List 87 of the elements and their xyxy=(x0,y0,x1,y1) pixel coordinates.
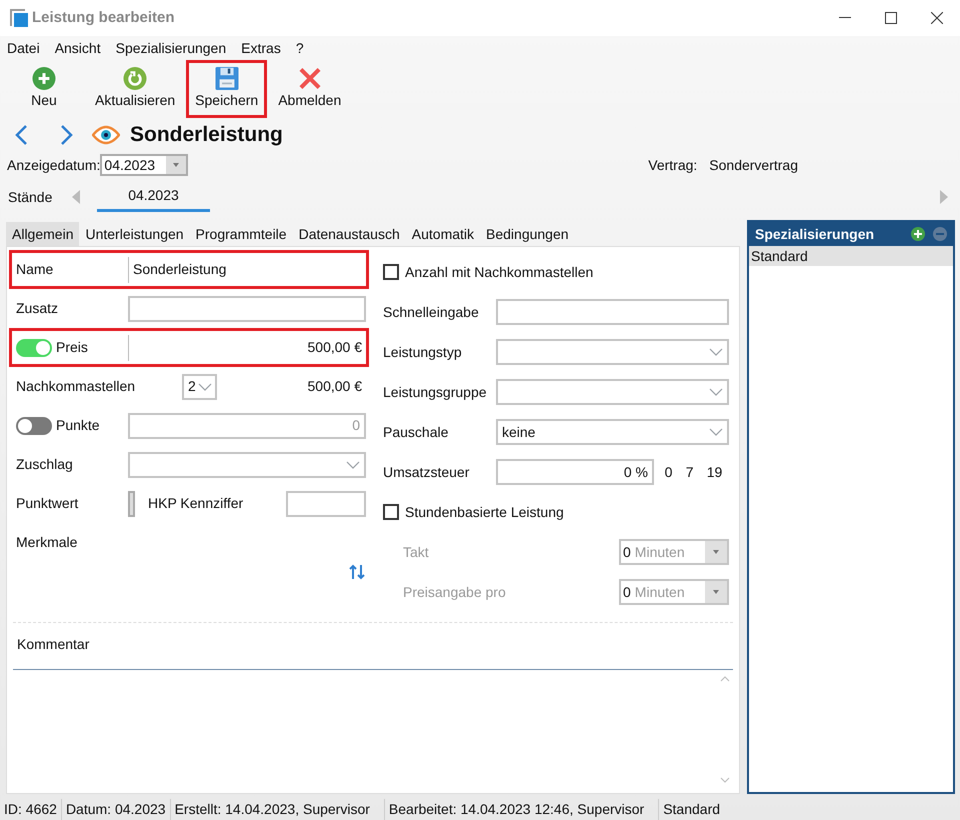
chevron-down-icon xyxy=(709,428,723,436)
punktwert-field[interactable] xyxy=(128,490,135,516)
status-item: Erstellt: 14.04.2023, Supervisor xyxy=(170,798,374,820)
caret-icon xyxy=(173,163,180,167)
date-dropdown[interactable]: 04.2023 xyxy=(100,154,188,176)
field-label: Merkmale xyxy=(15,533,78,552)
menu-item[interactable]: Extras xyxy=(241,38,281,58)
menu-item[interactable]: ? xyxy=(296,38,304,58)
scroll-right-icon[interactable] xyxy=(940,190,948,204)
field-label: Pauschale xyxy=(383,422,450,442)
field-label: Leistungstyp xyxy=(383,342,463,362)
menu-item[interactable]: Datei xyxy=(7,38,40,58)
text-field[interactable] xyxy=(496,299,729,325)
toggle-switch[interactable] xyxy=(16,338,52,356)
chevron-down-icon xyxy=(709,348,723,356)
status-item: Bearbeitet: 14.04.2023 12:46, Supervisor xyxy=(384,798,648,820)
vat-rate-link[interactable]: 19 xyxy=(706,462,722,482)
checkbox-label: Stundenbasierte Leistung xyxy=(405,502,564,522)
scroll-left-icon[interactable] xyxy=(72,190,80,204)
text-field[interactable] xyxy=(286,490,366,516)
chevron-down-icon xyxy=(709,388,723,396)
field-label: Punkte xyxy=(56,416,100,435)
status-item: Datum: 04.2023 xyxy=(60,798,170,820)
plus-icon[interactable] xyxy=(911,227,925,241)
field-label: Punktwert xyxy=(15,494,80,513)
tab[interactable]: Automatik xyxy=(406,222,480,246)
decimals-dropdown[interactable]: 2 xyxy=(182,374,217,400)
app-icon xyxy=(10,9,28,27)
field-label: Stände xyxy=(8,188,54,206)
dropdown[interactable]: keine xyxy=(496,419,729,445)
field-label: Nachkommastellen xyxy=(15,377,136,396)
vat-rate-link[interactable]: 7 xyxy=(686,462,694,482)
dropdown[interactable] xyxy=(128,452,366,478)
tab[interactable]: Unterleistungen xyxy=(79,222,190,246)
record-heading: Sonderleistung xyxy=(130,122,283,148)
field-label: Vertrag: xyxy=(648,156,698,175)
checkbox[interactable] xyxy=(383,504,399,520)
version-tab[interactable]: 04.2023 xyxy=(97,182,210,212)
tab[interactable]: Bedingungen xyxy=(480,222,575,246)
field-label: Zusatz xyxy=(16,299,58,318)
chevron-down-icon xyxy=(346,460,360,468)
list-item[interactable]: Standard xyxy=(749,246,953,266)
field-label: Leistungsgruppe xyxy=(383,382,488,402)
toggle-switch[interactable] xyxy=(16,416,52,434)
eye-icon xyxy=(92,125,120,145)
status-item: Standard xyxy=(658,798,724,820)
tab[interactable]: Programmteile xyxy=(190,222,293,246)
checkbox-label: Anzahl mit Nachkommastellen xyxy=(405,262,594,282)
field-label: Takt xyxy=(402,542,430,562)
chevron-down-icon xyxy=(198,382,212,390)
toolbar-button[interactable]: Neu xyxy=(4,60,84,118)
caret-icon xyxy=(713,590,719,594)
panel-title: Spezialisierungen xyxy=(755,224,876,244)
comment-label: Kommentar xyxy=(17,636,90,652)
field-label: Zuschlag xyxy=(15,455,74,474)
sort-icon[interactable] xyxy=(349,564,365,580)
vat-rate-link[interactable]: 0 xyxy=(664,462,672,482)
toolbar-button[interactable]: Aktualisieren xyxy=(86,60,184,118)
dropdown[interactable] xyxy=(496,339,729,365)
vat-field[interactable]: 0 % xyxy=(496,459,654,485)
minimize-icon xyxy=(839,17,851,19)
scroll-up-icon[interactable] xyxy=(720,676,730,682)
tab[interactable]: Allgemein xyxy=(6,222,80,246)
contract-value: Sondervertrag xyxy=(709,156,798,175)
field-label: HKP Kennziffer xyxy=(148,494,244,513)
toolbar-button[interactable]: Speichern xyxy=(186,60,268,118)
field-label: Preis xyxy=(56,338,88,357)
menu-item[interactable]: Spezialisierungen xyxy=(116,38,226,58)
status-item: ID: 4662 xyxy=(3,800,58,818)
field-label: Name xyxy=(16,260,54,279)
checkbox[interactable] xyxy=(383,264,399,280)
price-reading: 500,00 € xyxy=(306,377,363,396)
text-field[interactable] xyxy=(128,296,366,322)
maximize-icon xyxy=(885,12,897,24)
window-title: Leistung bearbeiten xyxy=(32,8,176,28)
scroll-down-icon[interactable] xyxy=(720,777,730,783)
minus-icon[interactable] xyxy=(933,227,947,241)
field-label: Schnelleingabe xyxy=(383,302,480,322)
menu-item[interactable]: Ansicht xyxy=(54,38,101,58)
tab[interactable]: Datenaustausch xyxy=(292,222,406,246)
field-label: Anzeigedatum: xyxy=(7,156,100,175)
close-icon xyxy=(931,12,943,24)
field-label: Preisangabe pro xyxy=(402,582,507,602)
toolbar-button[interactable]: Abmelden xyxy=(269,60,350,118)
dropdown[interactable] xyxy=(496,379,729,405)
field-label: Umsatzsteuer xyxy=(383,462,470,482)
caret-icon xyxy=(713,550,719,554)
